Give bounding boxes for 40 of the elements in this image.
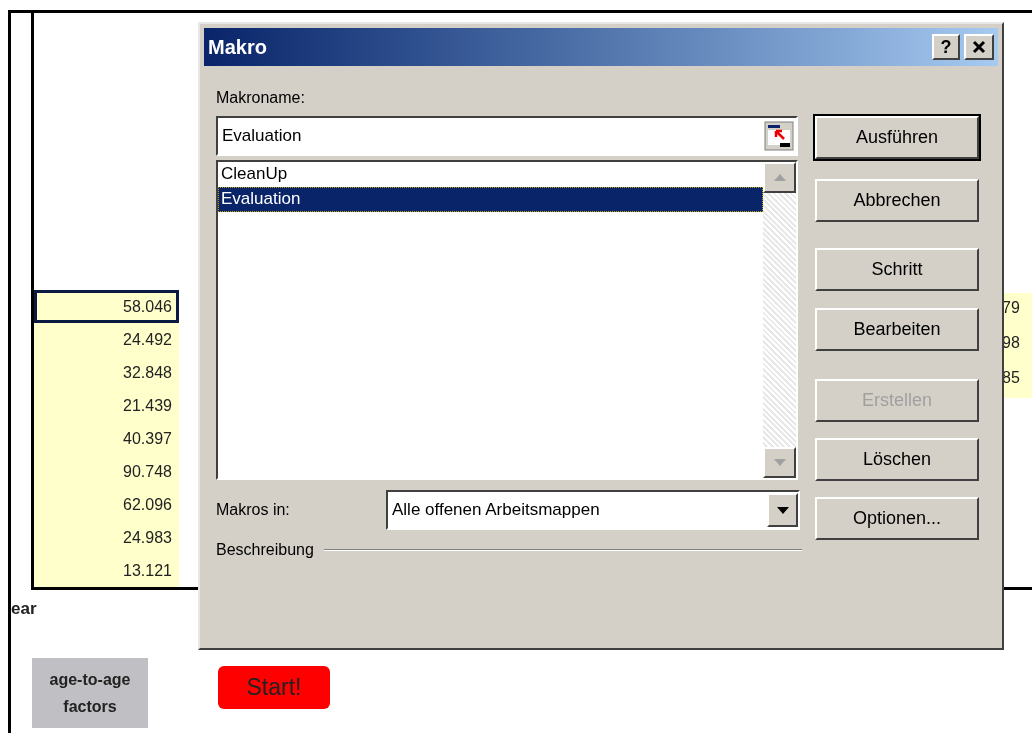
table-cell: 13.121 bbox=[34, 554, 179, 587]
table-cell: 90.748 bbox=[34, 455, 179, 488]
dialog-button[interactable]: Schritt bbox=[815, 248, 979, 291]
dropdown-button[interactable] bbox=[767, 493, 798, 527]
row-label: ear bbox=[11, 598, 37, 620]
dialog-button[interactable]: Abbrechen bbox=[815, 179, 979, 222]
table-cell: 24.983 bbox=[34, 521, 179, 554]
macro-name-label: Makroname: bbox=[216, 88, 306, 108]
scroll-down-button[interactable] bbox=[763, 447, 796, 478]
description-label: Beschreibung bbox=[216, 540, 314, 560]
help-button[interactable]: ? bbox=[932, 34, 960, 60]
table-cell: 40.397 bbox=[34, 422, 179, 455]
table-cell: 21.439 bbox=[34, 389, 179, 422]
dialog-button[interactable]: Bearbeiten bbox=[815, 308, 979, 351]
up-arrow-icon bbox=[773, 174, 786, 181]
scroll-up-button[interactable] bbox=[763, 162, 796, 193]
macro-list-item[interactable]: Evaluation bbox=[218, 187, 763, 212]
location-dropdown[interactable]: Alle offenen Arbeitsmappen bbox=[386, 490, 800, 530]
macro-list-item[interactable]: CleanUp bbox=[218, 162, 763, 187]
start-button[interactable]: Start! bbox=[218, 665, 330, 709]
dialog-button[interactable]: Löschen bbox=[815, 438, 979, 481]
location-label: Makros in: bbox=[216, 500, 291, 520]
dialog-button[interactable]: Optionen... bbox=[815, 497, 979, 540]
caret-icon bbox=[776, 506, 789, 514]
range-picker-icon bbox=[764, 121, 794, 151]
scrollbar[interactable] bbox=[763, 162, 796, 478]
table-cell: 62.096 bbox=[34, 488, 179, 521]
location-value: Alle offenen Arbeitsmappen bbox=[392, 499, 601, 522]
macro-name-field[interactable]: Evaluation bbox=[216, 116, 798, 156]
down-arrow-icon bbox=[773, 459, 786, 466]
table-cell: 32.848 bbox=[34, 356, 179, 389]
dialog-button[interactable]: Ausführen bbox=[815, 116, 979, 159]
table-cell: 58.046 bbox=[34, 290, 179, 323]
table-cell: 24.492 bbox=[34, 323, 179, 356]
close-icon bbox=[972, 40, 986, 54]
close-button[interactable] bbox=[964, 34, 994, 60]
window-title: Makro bbox=[208, 35, 268, 60]
table-cell: 79 bbox=[1002, 293, 1032, 328]
macro-name-input[interactable]: Evaluation bbox=[222, 123, 764, 149]
factors-label: age-to-age factors bbox=[32, 657, 148, 728]
